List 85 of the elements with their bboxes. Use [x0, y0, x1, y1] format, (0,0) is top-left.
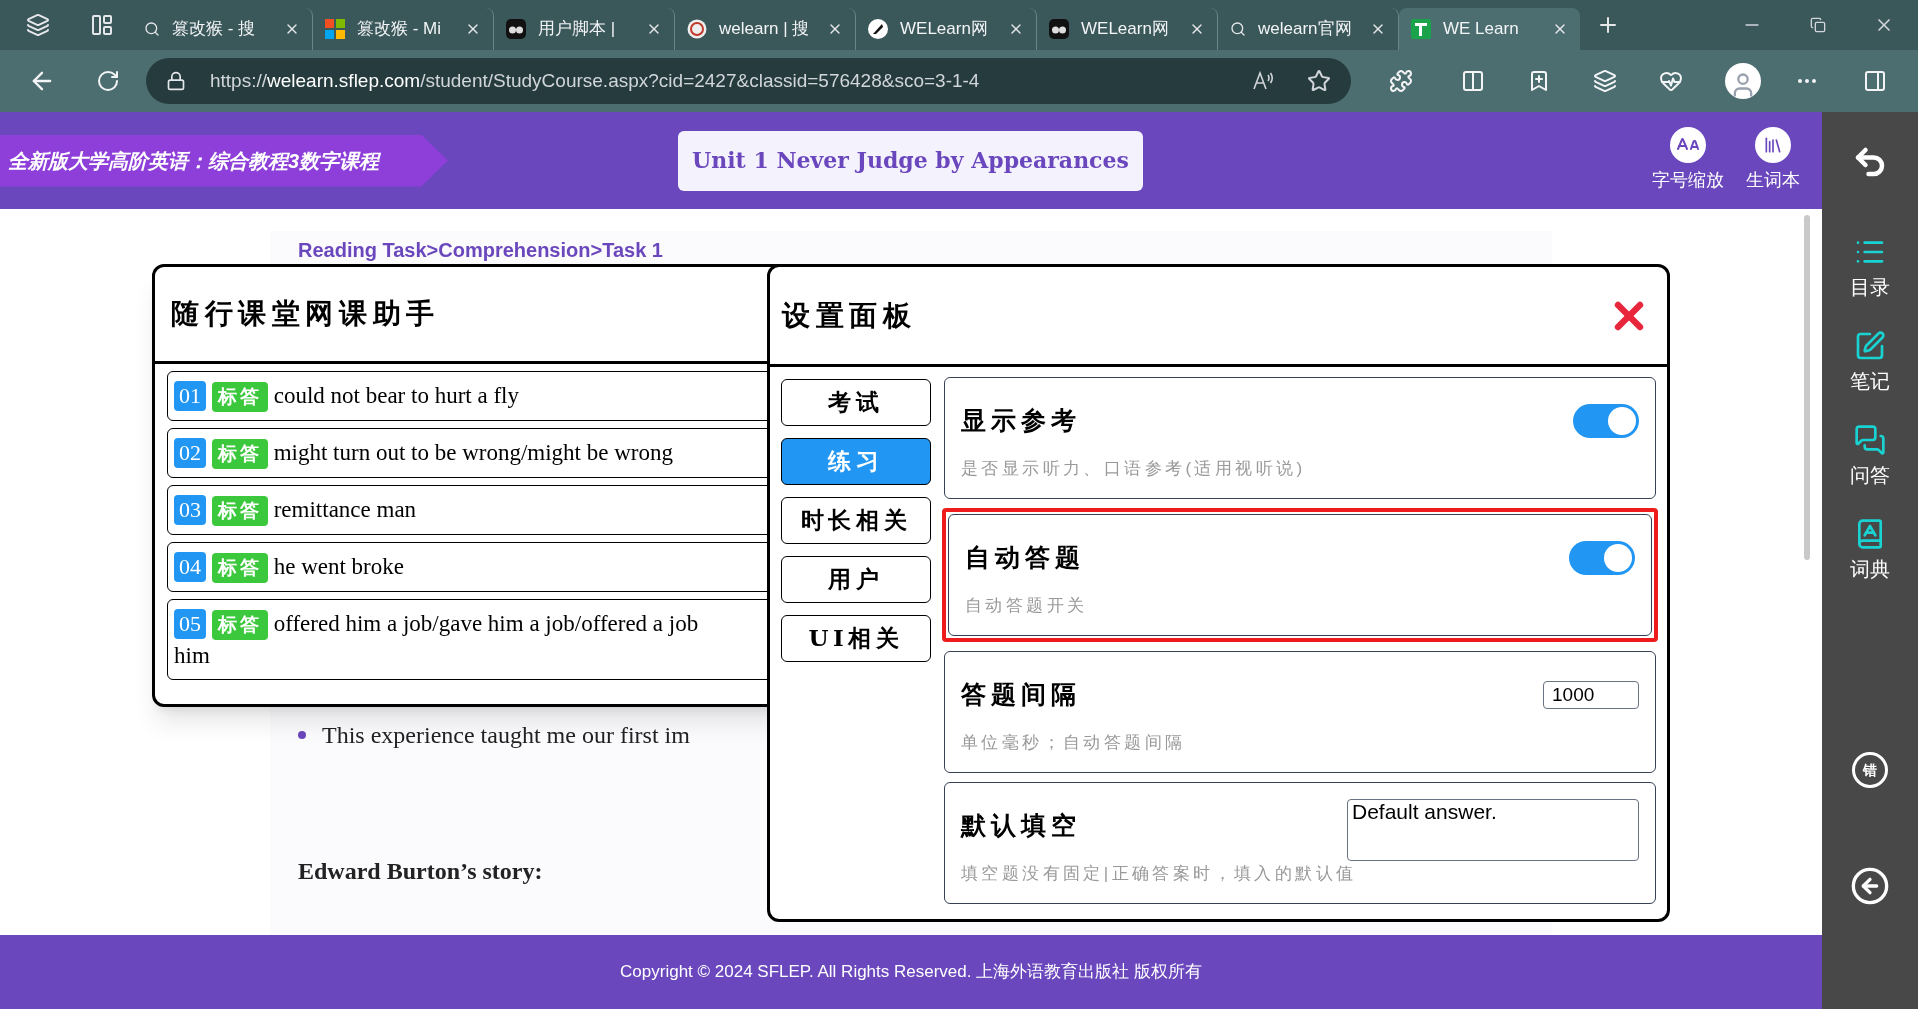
settings-tab[interactable]: 时长相关: [781, 497, 931, 544]
settings-tab[interactable]: 用户: [781, 556, 931, 603]
health-icon[interactable]: [1659, 69, 1683, 93]
setting-description: 单位毫秒；自动答题间隔: [961, 732, 1187, 754]
collections-icon[interactable]: [1593, 69, 1617, 93]
url-text: https://welearn.sflep.com/student/StudyCourse.aspx?cid=2427&classid=576428&sco=3-1-4: [210, 68, 980, 93]
tab-title: WELearn网: [1081, 18, 1170, 41]
question-number: 02: [174, 438, 206, 468]
course-title: 全新版大学高阶英语：综合教程3数字课程: [8, 148, 380, 174]
tab-actions-icon[interactable]: [90, 13, 114, 37]
course-icon: [1411, 19, 1431, 39]
edit-icon: [1854, 330, 1886, 362]
chat-icon: [1854, 424, 1886, 456]
tab-title: 用户脚本 |: [538, 18, 617, 41]
script-icon: [1049, 19, 1069, 39]
question-number: 01: [174, 381, 206, 411]
feather-icon: [868, 19, 888, 39]
answer-text: him: [174, 642, 210, 670]
panel-title: 设置面板: [782, 297, 917, 334]
toggle-switch[interactable]: [1573, 404, 1639, 438]
answer-tag: 标答: [212, 496, 268, 526]
workspaces-icon[interactable]: [26, 13, 50, 37]
sidebar-item[interactable]: 词典: [1850, 518, 1890, 584]
toggle-switch[interactable]: [1569, 541, 1635, 575]
restore-icon[interactable]: [1810, 17, 1826, 33]
question-number: 03: [174, 495, 206, 525]
answer-text: might turn out to be wrong/might be wrong: [273, 440, 673, 465]
four-squares-icon: [325, 19, 345, 39]
sidebar-item[interactable]: 问答: [1850, 424, 1890, 490]
tab-title: 篡改猴 - Mi: [357, 18, 443, 41]
setting-title: 自动答题: [965, 542, 1085, 575]
setting-title: 答题间隔: [961, 679, 1081, 712]
copyright-text: Copyright © 2024 SFLEP. All Rights Reserved. 上海外语教育出版社 版权所有: [620, 961, 1202, 984]
sidebar-icon[interactable]: [1863, 69, 1887, 93]
favorite-icon[interactable]: [1307, 69, 1331, 93]
tab-title: WELearn网: [900, 18, 989, 41]
text-area[interactable]: Default answer.: [1347, 799, 1639, 861]
reload-icon[interactable]: [96, 69, 120, 93]
settings-tab[interactable]: UI相关: [781, 615, 931, 662]
answer-tag: 标答: [212, 553, 268, 583]
answer-text: he went broke: [273, 554, 404, 579]
question-number: 04: [174, 552, 206, 582]
answer-tag: 标答: [212, 610, 268, 640]
return-button[interactable]: [1850, 866, 1890, 906]
breadcrumb: Reading Task>Comprehension>Task 1: [297, 238, 664, 263]
book-icon: [1755, 127, 1791, 163]
tab-title: welearn | 搜: [719, 18, 811, 41]
answer-tag: 标答: [212, 382, 268, 412]
question-number: 05: [174, 609, 206, 639]
profile-avatar[interactable]: [1725, 63, 1761, 99]
circle-logo-icon: [687, 19, 707, 39]
tab-title: 篡改猴 - 搜: [172, 18, 257, 41]
mistakes-button[interactable]: 错: [1852, 752, 1888, 788]
sidebar-item[interactable]: 目录: [1850, 236, 1890, 302]
answer-tag: 标答: [212, 439, 268, 469]
header-tool[interactable]: 字号缩放: [1652, 127, 1724, 194]
browser-tab[interactable]: WE Learn: [1399, 8, 1580, 50]
search-icon: [144, 21, 160, 37]
search-icon: [1230, 21, 1246, 37]
settings-tab[interactable]: 考试: [781, 379, 931, 426]
setting-description: 填空题没有固定|正确答案时，填入的默认值: [961, 863, 1358, 885]
script-icon: [506, 19, 526, 39]
paragraph-text: This experience taught me our first im: [322, 721, 690, 750]
setting-title: 显示参考: [961, 405, 1081, 438]
tab-title: WE Learn: [1443, 18, 1520, 41]
sidebar-item[interactable]: 笔记: [1850, 330, 1890, 396]
setting-description: 自动答题开关: [965, 595, 1089, 617]
lock-icon: [166, 71, 186, 91]
answer-text: could not bear to hurt a fly: [273, 383, 519, 408]
number-field[interactable]: 1000: [1543, 681, 1639, 709]
tab-title: welearn官网: [1258, 18, 1353, 41]
section-heading: Edward Burton’s story:: [297, 857, 543, 886]
answer-text: remittance man: [273, 497, 417, 522]
extensions-icon[interactable]: [1389, 69, 1413, 93]
address-bar[interactable]: https://welearn.sflep.com/student/StudyCourse.aspx?cid=2427&classid=576428&sco=3-1-4: [146, 58, 1351, 104]
setting-description: 是否显示听力、口语参考(适用视听说): [961, 458, 1307, 480]
setting-title: 默认填空: [961, 810, 1081, 843]
answer-text: offered him a job/gave him a job/offered a job: [273, 611, 699, 636]
panel-title: 随行课堂网课助手: [171, 296, 440, 332]
scrollbar[interactable]: [1804, 215, 1810, 560]
header-tool[interactable]: 生词本: [1746, 127, 1800, 194]
font-size-icon: [1670, 127, 1706, 163]
back-circle-icon: [1850, 866, 1890, 906]
unit-title: Unit 1 Never Judge by Appearances: [678, 130, 1143, 191]
split-screen-icon[interactable]: [1461, 69, 1485, 93]
